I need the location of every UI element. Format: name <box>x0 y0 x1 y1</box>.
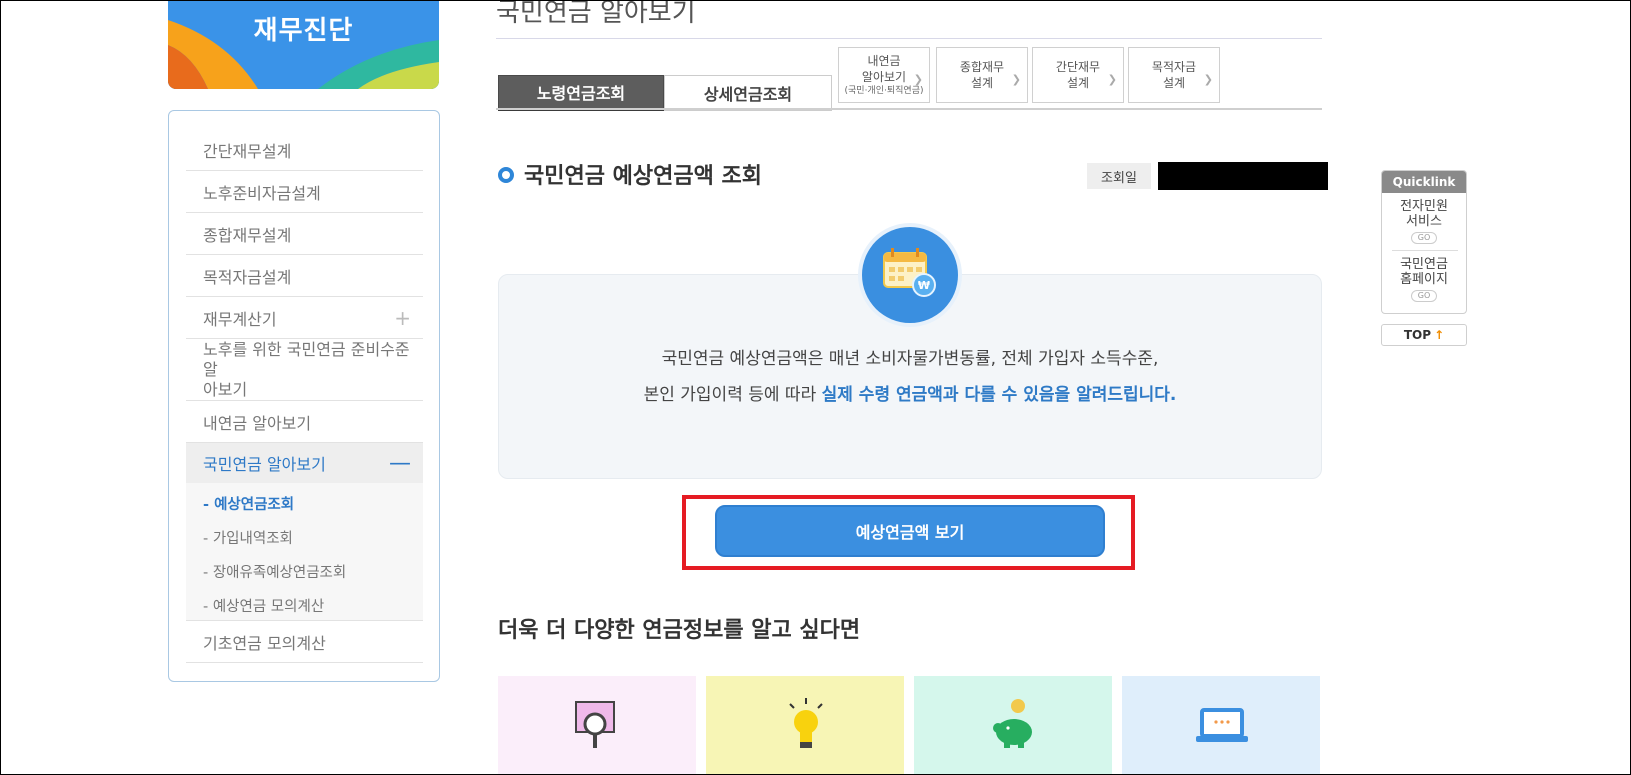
chevron-right-icon: ❯ <box>1107 73 1117 86</box>
sidebar-item-simple-finance[interactable]: 간단재무설계 <box>186 129 423 171</box>
sidebar-item-label: 노후준비자금설계 <box>203 183 321 203</box>
inquiry-date-value-redacted <box>1158 162 1328 190</box>
quicklink-title: Quicklink <box>1382 171 1466 193</box>
qbtn-line2: 설계 <box>970 76 994 90</box>
sidebar-item-finance-calculator[interactable]: 재무계산기 + <box>186 297 423 339</box>
scroll-top-button[interactable]: TOP ↑ <box>1381 324 1467 346</box>
go-button[interactable]: GO <box>1410 290 1438 302</box>
submenu-pension-simulation[interactable]: - 예상연금 모의계산 <box>203 595 324 616</box>
chevron-right-icon: ❯ <box>1011 73 1021 86</box>
sidebar-item-national-pension[interactable]: 국민연금 알아보기 — <box>186 443 423 483</box>
qbtn-line1: 내연금 <box>867 54 901 68</box>
qbtn-line1: 간단재무 <box>1055 60 1101 74</box>
collapse-minus-icon[interactable]: — <box>389 451 411 476</box>
info-card-savings[interactable] <box>914 676 1112 775</box>
info-card-search[interactable] <box>498 676 696 775</box>
arrow-up-icon: ↑ <box>1434 328 1445 342</box>
submenu-expected-pension[interactable]: - 예상연금조회 <box>203 493 294 514</box>
side-navigation: 간단재무설계 노후준비자금설계 종합재무설계 목적자금설계 재무계산기 + 노후… <box>168 110 440 682</box>
info-text-line1: 국민연금 예상연금액은 매년 소비자물가변동률, 전체 가입자 소득수준, <box>661 349 1159 369</box>
submenu-disability-survivor[interactable]: - 장애유족예상연금조회 <box>203 561 346 582</box>
sidebar-item-label: 기초연금 모의계산 <box>203 633 326 653</box>
go-button[interactable]: GO <box>1410 232 1438 244</box>
title-divider <box>496 38 1322 39</box>
tab-detailed-pension[interactable]: 상세연금조회 <box>664 75 832 111</box>
calendar-money-icon: ₩ <box>862 227 958 323</box>
sidebar-item-label: 종합재무설계 <box>203 225 292 245</box>
view-expected-pension-button[interactable]: 예상연금액 보기 <box>715 505 1105 557</box>
sidebar-item-pension-readiness[interactable]: 노후를 위한 국민연금 준비수준 알 아보기 <box>186 339 423 401</box>
quicklink-divider <box>1392 250 1458 251</box>
sidebar-item-label: 내연금 알아보기 <box>203 413 312 433</box>
section-title: 국민연금 예상연금액 조회 <box>524 164 762 189</box>
page-title: 국민연금 알아보기 <box>496 0 696 28</box>
quicklink-pension-homepage[interactable]: 국민연금 홈페이지 GO <box>1382 257 1466 302</box>
qbtn-line1: 종합재무 <box>959 60 1005 74</box>
banner-title: 재무진단 <box>253 16 354 46</box>
submenu-enrollment-history[interactable]: - 가입내역조회 <box>203 527 293 548</box>
qbtn-line2: 알아보기 <box>861 70 907 84</box>
sidebar-item-label: 목적자금설계 <box>203 267 292 287</box>
tabs-divider <box>496 108 1322 110</box>
laptop-icon <box>1196 708 1248 742</box>
sidebar-item-basic-pension-simulation[interactable]: 기초연금 모의계산 <box>186 621 423 663</box>
info-text-plain: 본인 가입이력 등에 따라 <box>643 385 822 405</box>
simple-finance-button[interactable]: 간단재무 설계 ❯ <box>1032 47 1124 103</box>
qbtn-line2: 설계 <box>1066 76 1090 90</box>
info-text-highlight: 실제 수령 연금액과 다를 수 있음을 알려드립니다. <box>821 385 1177 405</box>
tab-old-age-pension[interactable]: 노령연금조회 <box>498 75 664 111</box>
sidebar-item-retirement-fund[interactable]: 노후준비자금설계 <box>186 171 423 213</box>
chevron-right-icon: ❯ <box>1203 73 1213 86</box>
sidebar-item-purpose-fund[interactable]: 목적자금설계 <box>186 255 423 297</box>
quicklink-line2: 홈페이지 <box>1400 272 1448 287</box>
chevron-right-icon: ❯ <box>913 73 923 86</box>
expand-plus-icon[interactable]: + <box>394 306 411 330</box>
info-text-line2: 본인 가입이력 등에 따라 실제 수령 연금액과 다를 수 있음을 알려드립니다… <box>498 380 1322 405</box>
sidebar-item-comprehensive-finance[interactable]: 종합재무설계 <box>186 213 423 255</box>
qbtn-line1: 목적자금 <box>1151 60 1197 74</box>
lightbulb-icon <box>789 698 823 748</box>
sidebar-item-label-line1: 노후를 위한 국민연금 준비수준 알 <box>203 339 410 379</box>
sidebar-item-label: 국민연금 알아보기 <box>203 455 326 474</box>
top-label: TOP <box>1403 328 1432 342</box>
quicklink-line1: 전자민원 <box>1400 199 1448 214</box>
piggy-bank-icon <box>993 699 1032 748</box>
quicklink-e-civil-service[interactable]: 전자민원 서비스 GO <box>1382 199 1466 244</box>
finance-diagnosis-banner[interactable]: 재무진단 <box>168 0 439 89</box>
inquiry-date-label: 조회일 <box>1087 163 1151 189</box>
section-bullet-icon <box>498 167 514 183</box>
qbtn-line2: 설계 <box>1162 76 1186 90</box>
quicklink-line2: 서비스 <box>1406 214 1442 229</box>
sidebar-item-label: 간단재무설계 <box>203 141 292 161</box>
sidebar-item-my-pension[interactable]: 내연금 알아보기 <box>186 401 423 443</box>
my-pension-button[interactable]: 내연금 알아보기 (국민·개인·퇴직연금) ❯ <box>838 47 930 103</box>
document-search-icon <box>575 701 615 748</box>
sidebar-item-label: 노후를 위한 국민연금 준비수준 알 아보기 <box>203 340 423 400</box>
quicklink-panel: Quicklink 전자민원 서비스 GO 국민연금 홈페이지 GO <box>1381 170 1467 314</box>
comprehensive-finance-button[interactable]: 종합재무 설계 ❯ <box>936 47 1028 103</box>
more-info-title: 더욱 더 다양한 연금정보를 알고 싶다면 <box>498 618 861 643</box>
info-card-online[interactable] <box>1122 676 1320 775</box>
svg-text:₩: ₩ <box>918 279 930 292</box>
sidebar-item-label-line2: 아보기 <box>203 379 248 399</box>
purpose-fund-button[interactable]: 목적자금 설계 ❯ <box>1128 47 1220 103</box>
quicklink-line1: 국민연금 <box>1400 257 1448 272</box>
sidebar-item-label: 재무계산기 <box>203 309 277 329</box>
national-pension-submenu: - 예상연금조회 - 가입내역조회 - 장애유족예상연금조회 - 예상연금 모의… <box>186 483 423 621</box>
info-card-idea[interactable] <box>706 676 904 775</box>
qbtn-line3: (국민·개인·퇴직연금) <box>844 86 924 96</box>
